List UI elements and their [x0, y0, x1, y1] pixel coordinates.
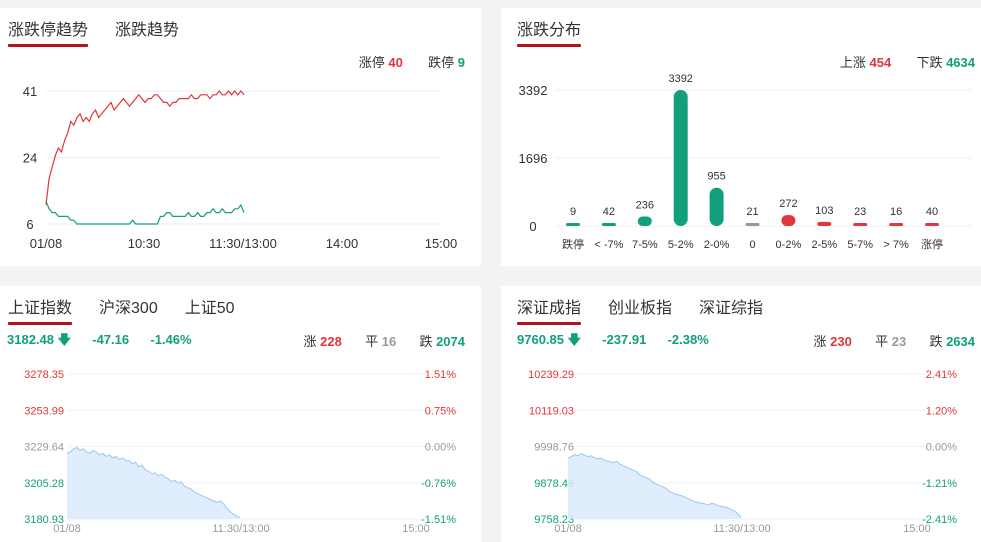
data-label: 103 [815, 205, 833, 217]
y-tick-label: 1696 [519, 151, 548, 166]
category-label: > 7% [883, 239, 909, 251]
x-tick-label: 15:00 [425, 236, 458, 251]
y-tick-label: 3392 [519, 83, 548, 98]
y-tick-label: 24 [23, 151, 37, 166]
data-label: 3392 [668, 73, 692, 85]
x-tick-label: 15:00 [903, 523, 931, 535]
x-tick-label: 11:30/13:00 [713, 523, 770, 535]
category-label: 0-2% [776, 239, 802, 251]
x-tick-label: 11:30/13:00 [209, 236, 277, 251]
data-label: 42 [603, 206, 615, 218]
pct-tick-label: -1.21% [922, 478, 957, 490]
series-line-limit-down [45, 200, 245, 225]
bar [781, 215, 796, 226]
series-line-limit-up [45, 90, 245, 206]
data-label: 272 [779, 198, 797, 210]
bar [673, 90, 688, 226]
data-label: 23 [854, 206, 866, 218]
bar [925, 223, 939, 226]
y-tick-label: 0 [529, 219, 536, 234]
category-label: 7-5% [632, 239, 658, 251]
price-tick-label: 10119.03 [529, 405, 574, 417]
bar [601, 223, 616, 226]
bar [745, 223, 760, 226]
x-tick-label: 15:00 [402, 523, 430, 535]
x-tick-label: 10:30 [128, 236, 161, 251]
price-area [568, 453, 741, 519]
bar [853, 223, 868, 226]
data-label: 236 [636, 200, 654, 212]
category-label: 跌停 [562, 237, 584, 251]
category-label: 涨停 [921, 237, 943, 251]
pct-tick-label: 0.00% [425, 442, 456, 454]
pct-tick-label: 0.00% [926, 442, 957, 454]
distribution-chart: 3392 1696 0 9 跌停 42 < -7% 236 7-5% 3392 5-2% 955 2-0… [519, 73, 971, 251]
price-tick-label: 3253.99 [24, 405, 64, 417]
data-label: 21 [746, 206, 758, 218]
sh-index-panel: 上证指数 沪深300 上证50 3182.48 🡇 -47.16 -1.46% … [0, 286, 481, 542]
distribution-panel: 涨跌分布 上涨 454 下跌 4634 3392 1696 0 9 跌停 42 < -7% 2… [501, 8, 981, 266]
pct-tick-label: 0.75% [425, 405, 456, 417]
x-tick-label: 14:00 [326, 236, 359, 251]
data-label: 40 [926, 206, 938, 218]
category-label: < -7% [594, 239, 623, 251]
price-tick-label: 9998.76 [534, 442, 574, 454]
price-tick-label: 10239.29 [528, 369, 574, 381]
data-label: 9 [570, 206, 576, 218]
pct-tick-label: -0.76% [421, 478, 456, 490]
sz-intraday-chart: 10239.29 2.41%10119.03 1.20%9998.76 0.00%98… [528, 369, 957, 535]
y-tick-label: 6 [26, 217, 33, 232]
pct-tick-label: 1.20% [926, 405, 957, 417]
pct-tick-label: 2.41% [926, 369, 957, 381]
bar [637, 216, 652, 226]
category-label: 5-7% [847, 239, 873, 251]
x-tick-label: 01/08 [554, 523, 582, 535]
price-tick-label: 3205.28 [24, 478, 64, 490]
data-label: 16 [890, 206, 902, 218]
x-tick-label: 11:30/13:00 [212, 523, 269, 535]
price-tick-label: 3278.35 [24, 369, 64, 381]
bar [566, 223, 580, 226]
bar [709, 187, 724, 226]
category-label: 0 [749, 239, 755, 251]
category-label: 2-0% [704, 239, 730, 251]
x-tick-label: 01/08 [53, 523, 81, 535]
x-tick-label: 01/08 [30, 236, 63, 251]
sh-intraday-chart: 3278.35 1.51% 3253.99 0.75% 3229.64 0.00% 3205… [24, 369, 456, 535]
sz-index-panel: 深证成指 创业板指 深证综指 9760.85 🡇 -237.91 -2.38% … [501, 286, 981, 542]
bar [889, 223, 904, 226]
category-label: 5-2% [668, 239, 694, 251]
price-tick-label: 3229.64 [24, 442, 64, 454]
pct-tick-label: 1.51% [425, 369, 456, 381]
y-tick-label: 41 [23, 84, 37, 99]
limit-trend-panel: 涨跌停趋势 涨跌趋势 涨停 40 跌停 9 41 24 6 01/08 10:30 11:… [0, 8, 481, 266]
bar [817, 221, 832, 226]
category-label: 2-5% [811, 239, 837, 251]
data-label: 955 [707, 171, 725, 183]
limit-trend-chart: 41 24 6 01/08 10:30 11:30/13:00 14:00 15:00 [23, 84, 458, 251]
